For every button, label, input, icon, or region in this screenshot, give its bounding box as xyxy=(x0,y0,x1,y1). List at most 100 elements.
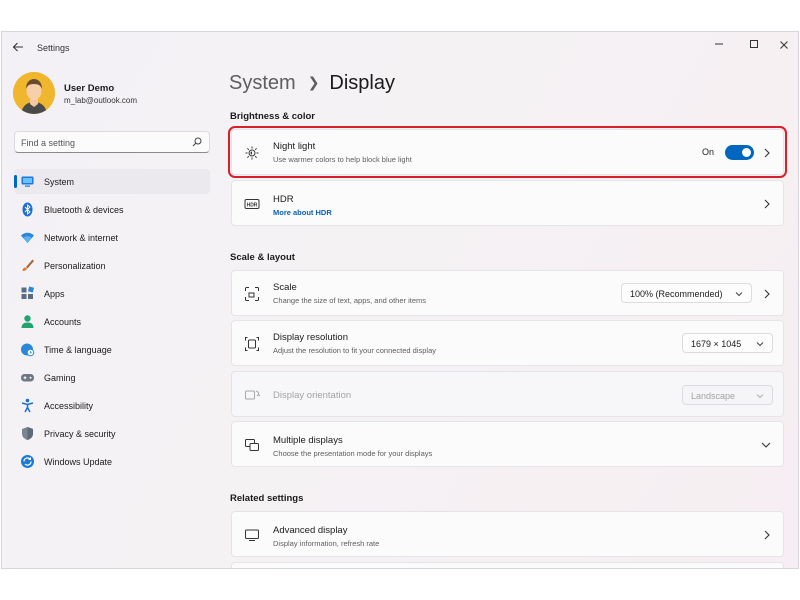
user-avatar-icon xyxy=(13,72,55,114)
wifi-icon xyxy=(21,232,34,243)
chevron-down-icon xyxy=(756,394,764,399)
resolution-icon xyxy=(245,337,259,351)
sidebar-item-accessibility[interactable]: Accessibility xyxy=(14,393,210,418)
toggle-knob xyxy=(742,148,751,157)
avatar[interactable] xyxy=(13,72,55,114)
sidebar-nav: System Bluetooth & devices Network & int… xyxy=(14,169,210,477)
back-arrow-icon[interactable] xyxy=(12,41,28,55)
sidebar-item-label: Gaming xyxy=(44,373,76,383)
hdr-icon: HDR xyxy=(244,199,260,209)
sidebar-item-bluetooth[interactable]: Bluetooth & devices xyxy=(14,197,210,222)
sidebar-item-label: Time & language xyxy=(44,345,112,355)
sidebar-item-system[interactable]: System xyxy=(14,169,210,194)
bluetooth-icon xyxy=(22,202,33,217)
scale-title: Scale xyxy=(273,282,297,293)
maximize-button[interactable] xyxy=(742,37,766,55)
multiple-displays-subtitle: Choose the presentation mode for your di… xyxy=(273,449,433,458)
title-bar: Settings xyxy=(2,32,798,64)
sidebar-item-windows-update[interactable]: Windows Update xyxy=(14,449,210,474)
hdr-link[interactable]: More about HDR xyxy=(273,208,332,217)
display-orientation-title: Display orientation xyxy=(273,390,352,401)
chevron-right-icon[interactable] xyxy=(763,199,771,209)
multiple-displays-icon xyxy=(245,439,259,451)
section-title-scale-layout: Scale & layout xyxy=(230,252,295,263)
gamepad-icon xyxy=(21,374,34,382)
search-icon[interactable] xyxy=(192,137,202,147)
sidebar-item-label: Personalization xyxy=(44,261,106,271)
sidebar-item-label: Windows Update xyxy=(44,457,113,467)
svg-text:HDR: HDR xyxy=(247,202,258,208)
resolution-dropdown[interactable]: 1679 × 1045 xyxy=(682,333,773,353)
sidebar-item-apps[interactable]: Apps xyxy=(14,281,210,306)
night-light-subtitle: Use warmer colors to help block blue lig… xyxy=(273,155,412,164)
next-related-card[interactable] xyxy=(231,562,784,568)
sidebar-item-time-language[interactable]: Time & language xyxy=(14,337,210,362)
display-resolution-subtitle: Adjust the resolution to fit your connec… xyxy=(273,346,437,355)
night-light-toggle[interactable] xyxy=(725,145,754,160)
app-title: Settings xyxy=(37,43,70,53)
sidebar-item-gaming[interactable]: Gaming xyxy=(14,365,210,390)
sidebar-item-label: Privacy & security xyxy=(44,429,116,439)
hdr-title: HDR xyxy=(273,194,294,205)
chevron-right-icon[interactable] xyxy=(763,148,771,158)
display-resolution-card[interactable]: Display resolution Adjust the resolution… xyxy=(231,320,784,366)
sidebar-item-privacy[interactable]: Privacy & security xyxy=(14,421,210,446)
chevron-right-icon[interactable] xyxy=(763,289,771,299)
system-icon xyxy=(21,176,34,187)
section-title-related: Related settings xyxy=(230,493,304,504)
hdr-card[interactable]: HDR HDR More about HDR xyxy=(231,180,784,226)
scale-subtitle: Change the size of text, apps, and other… xyxy=(273,296,427,305)
scale-dropdown[interactable]: 100% (Recommended) xyxy=(621,283,752,303)
advanced-display-title: Advanced display xyxy=(273,525,348,536)
brush-icon xyxy=(22,259,34,271)
brightness-icon xyxy=(245,146,259,160)
multiple-displays-card[interactable]: Multiple displays Choose the presentatio… xyxy=(231,421,784,467)
orientation-dropdown: Landscape xyxy=(682,385,773,405)
accessibility-icon xyxy=(21,398,34,413)
orientation-dropdown-value: Landscape xyxy=(691,391,736,401)
chevron-right-icon[interactable] xyxy=(763,530,771,540)
person-icon xyxy=(21,315,34,328)
chevron-down-icon xyxy=(735,292,743,297)
page-title: Display xyxy=(329,72,395,94)
sidebar-item-accounts[interactable]: Accounts xyxy=(14,309,210,334)
settings-window: Settings User Demo m_lab@outlook.com Fin… xyxy=(1,31,799,569)
chevron-down-icon[interactable] xyxy=(761,441,771,449)
monitor-icon xyxy=(245,529,259,541)
advanced-display-card[interactable]: Advanced display Display information, re… xyxy=(231,511,784,557)
night-light-title: Night light xyxy=(273,141,316,152)
sidebar-item-label: Accessibility xyxy=(44,401,94,411)
display-resolution-title: Display resolution xyxy=(273,332,348,343)
user-name: User Demo xyxy=(64,83,115,94)
search-box[interactable] xyxy=(14,131,210,153)
orientation-icon xyxy=(245,390,260,400)
sidebar-item-label: Network & internet xyxy=(44,233,119,243)
breadcrumb-parent[interactable]: System xyxy=(229,72,296,94)
night-light-card[interactable]: Night light Use warmer colors to help bl… xyxy=(228,126,787,178)
sidebar-item-label: Bluetooth & devices xyxy=(44,205,124,215)
minimize-button[interactable] xyxy=(707,37,731,55)
section-title-brightness: Brightness & color xyxy=(230,111,315,122)
resolution-dropdown-value: 1679 × 1045 xyxy=(691,339,742,349)
shield-icon xyxy=(22,427,33,440)
display-orientation-card: Display orientation Landscape xyxy=(231,371,784,417)
search-input[interactable] xyxy=(21,136,181,149)
scale-icon xyxy=(245,287,259,301)
apps-icon xyxy=(21,286,35,299)
scale-dropdown-value: 100% (Recommended) xyxy=(630,289,723,299)
breadcrumb: System ❯ Display xyxy=(229,72,395,95)
multiple-displays-title: Multiple displays xyxy=(273,435,343,446)
globe-clock-icon xyxy=(21,343,35,357)
sidebar-item-label: Accounts xyxy=(44,317,82,327)
active-indicator xyxy=(14,175,17,188)
sidebar-item-personalization[interactable]: Personalization xyxy=(14,253,210,278)
chevron-down-icon xyxy=(756,342,764,347)
advanced-display-subtitle: Display information, refresh rate xyxy=(273,539,380,548)
sidebar-item-network[interactable]: Network & internet xyxy=(14,225,210,250)
user-email: m_lab@outlook.com xyxy=(64,96,138,105)
sidebar-item-label: System xyxy=(44,177,75,187)
sidebar-item-label: Apps xyxy=(44,289,65,299)
night-light-state: On xyxy=(702,147,715,157)
scale-card[interactable]: Scale Change the size of text, apps, and… xyxy=(231,270,784,316)
close-button[interactable] xyxy=(772,37,796,55)
